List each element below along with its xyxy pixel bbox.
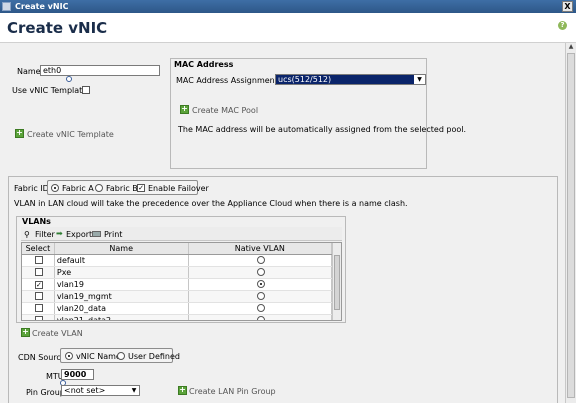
dialog-content: Name: eth0 Use vNIC Template: + Create v… <box>0 43 565 403</box>
column-header-native-vlan[interactable]: Native VLAN <box>188 243 333 255</box>
vlan-name-cell: vlan19_mgmt <box>54 290 189 303</box>
use-template-label: Use vNIC Template: <box>12 86 90 95</box>
mac-assignment-select[interactable]: ucs(512/512) <box>275 74 426 85</box>
fabric-a-radio[interactable] <box>51 184 59 192</box>
table-scrollbar-thumb[interactable] <box>334 255 340 310</box>
column-header-name[interactable]: Name <box>54 243 189 255</box>
cdn-vnic-name-label: vNIC Name <box>76 352 121 361</box>
vlan-select-checkbox[interactable] <box>34 255 43 264</box>
vlans-table-frame: Select Name Native VLAN default Pxe ✓ vl… <box>21 242 342 321</box>
create-vlan-link[interactable]: Create VLAN <box>32 329 83 338</box>
native-vlan-radio[interactable] <box>256 315 265 320</box>
vlan-select-checkbox[interactable] <box>34 303 43 312</box>
cdn-vnic-name-radio[interactable] <box>65 352 73 360</box>
plus-icon: + <box>21 327 30 337</box>
vlan-notice-text: VLAN in LAN cloud will take the preceden… <box>14 199 408 208</box>
app-icon <box>2 2 11 11</box>
help-icon[interactable]: ? <box>558 21 567 30</box>
vlan-name-cell: vlan20_data <box>54 302 189 315</box>
enable-failover-label: Enable Failover <box>148 184 209 193</box>
use-template-checkbox[interactable] <box>82 86 90 94</box>
vlan-select-checkbox[interactable] <box>34 267 43 276</box>
close-button[interactable]: X <box>562 1 573 12</box>
enable-failover-checkbox[interactable]: ✓ <box>137 184 145 192</box>
mtu-input[interactable]: 9000 <box>61 369 94 380</box>
table-row[interactable]: vlan20_data <box>22 302 333 315</box>
create-lan-pin-group-link[interactable]: Create LAN Pin Group <box>189 387 276 396</box>
name-input[interactable]: eth0 <box>40 65 160 76</box>
vlans-title: VLANs <box>22 217 51 226</box>
table-row[interactable]: ✓ vlan19 <box>22 278 333 291</box>
main-scrollbar-thumb[interactable] <box>567 53 575 398</box>
create-mac-pool-link[interactable]: Create MAC Pool <box>192 106 258 115</box>
fabric-id-label: Fabric ID: <box>14 184 52 193</box>
table-scrollbar[interactable] <box>332 243 341 320</box>
plus-icon: + <box>178 385 187 395</box>
print-button[interactable]: Print <box>104 230 122 239</box>
fabric-b-label: Fabric B <box>106 184 138 193</box>
mac-assignment-label: MAC Address Assignment: <box>176 76 281 85</box>
vlan-select-checkbox[interactable] <box>34 291 43 300</box>
cdn-user-defined-radio[interactable] <box>117 352 125 360</box>
mac-section-title: MAC Address <box>174 60 234 69</box>
dropdown-arrow-icon[interactable]: ▼ <box>414 75 425 84</box>
vlan-name-cell: vlan21_data2 <box>54 314 189 320</box>
window-title: Create vNIC <box>15 2 69 11</box>
table-header-row: Select Name Native VLAN <box>22 243 333 255</box>
info-icon <box>66 76 72 82</box>
mac-info-text: The MAC address will be automatically as… <box>178 125 467 134</box>
vlans-table: Select Name Native VLAN default Pxe ✓ vl… <box>22 243 333 320</box>
native-vlan-radio[interactable] <box>256 255 265 264</box>
table-row[interactable]: Pxe <box>22 266 333 279</box>
plus-icon: + <box>15 128 24 138</box>
export-button[interactable]: Export <box>66 230 92 239</box>
export-icon: ➡ <box>56 229 63 238</box>
plus-icon: + <box>180 104 189 114</box>
scroll-up-icon[interactable]: ▲ <box>566 43 576 52</box>
vlan-select-checkbox[interactable] <box>34 315 43 320</box>
print-icon <box>92 231 101 237</box>
cdn-user-defined-label: User Defined <box>128 352 180 361</box>
main-scrollbar[interactable]: ▲ <box>565 43 576 403</box>
dropdown-arrow-icon[interactable]: ▼ <box>129 386 139 395</box>
page-title: Create vNIC <box>7 19 108 37</box>
create-vnic-template-link[interactable]: Create vNIC Template <box>27 130 114 139</box>
native-vlan-radio[interactable] <box>256 303 265 312</box>
native-vlan-radio[interactable] <box>256 267 265 276</box>
filter-icon: ⚲ <box>24 230 30 239</box>
table-row[interactable]: vlan19_mgmt <box>22 290 333 303</box>
vlan-name-cell: default <box>54 254 189 267</box>
fabric-a-label: Fabric A <box>62 184 94 193</box>
column-header-select[interactable]: Select <box>22 243 55 255</box>
dialog-header: Create vNIC ? <box>0 13 576 43</box>
vlan-name-cell: vlan19 <box>54 278 189 291</box>
table-row[interactable]: default <box>22 254 333 267</box>
filter-button[interactable]: Filter <box>35 230 55 239</box>
table-row[interactable]: vlan21_data2 <box>22 314 333 320</box>
vlan-select-checkbox[interactable]: ✓ <box>34 281 43 289</box>
native-vlan-radio[interactable] <box>256 291 265 300</box>
window-titlebar: Create vNIC X <box>0 0 576 13</box>
fabric-b-radio[interactable] <box>95 184 103 192</box>
native-vlan-radio[interactable] <box>256 279 265 288</box>
vlan-name-cell: Pxe <box>54 266 189 279</box>
